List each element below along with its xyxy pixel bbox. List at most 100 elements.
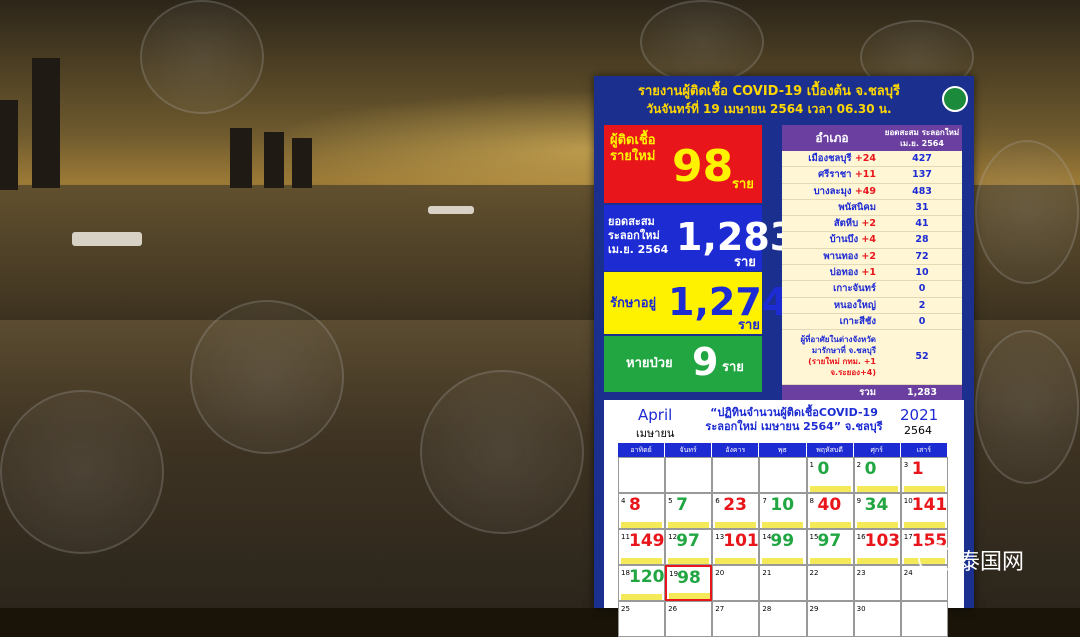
district-table: อำเภอ ยอดสะสม ระลอกใหม่ เม.ย. 2564 เมือง…: [782, 125, 962, 402]
district-name: หนองใหญ่: [782, 298, 882, 313]
day-number: 6: [715, 497, 720, 505]
new-cases-label: ผู้ติดเชื้อ รายใหม่: [610, 133, 656, 164]
table-row: หนองใหญ่ 2: [782, 298, 962, 314]
calendar-day: 30: [853, 601, 901, 637]
calendar-week: 4 8 5 7 6 23 7 10 8 40 9 34 10 141: [618, 493, 948, 529]
day-number: 21: [762, 569, 772, 577]
district-total: 28: [915, 234, 929, 246]
district-new-cases: +24: [854, 153, 876, 164]
district-name: สัตหีบ +2: [782, 216, 882, 231]
cumulative-strip: [809, 522, 851, 528]
virus-graphic: [975, 140, 1079, 284]
day-case-count: 0: [817, 459, 830, 479]
year: 2021: [900, 406, 939, 424]
district-total: 137: [912, 169, 932, 181]
day-number: 8: [809, 497, 814, 505]
table-total-row: รวม 1,283: [782, 385, 962, 402]
calendar-day: 12 97: [665, 529, 713, 565]
district-name: พนัสนิคม: [782, 200, 882, 215]
day-number: 22: [809, 569, 819, 577]
district-label: บางละมุง: [813, 185, 852, 197]
note-line: ผู้ที่อาศัยในต่างจังหวัด: [800, 335, 876, 345]
cumulative-strip: [903, 486, 945, 492]
building: [0, 100, 18, 190]
calendar-day: 10: [806, 457, 854, 493]
calendar-day: 13 101: [712, 529, 760, 565]
day-number: 28: [762, 605, 772, 613]
day-case-count: 7: [676, 495, 688, 515]
calendar-title-line: “ปฏิทินจำนวนผู้ติดเชื้อCOVID-19: [710, 406, 878, 419]
table-header: อำเภอ ยอดสะสม ระลอกใหม่ เม.ย. 2564: [782, 125, 962, 151]
calendar-day: 10 141: [900, 493, 948, 529]
district-total: 2: [918, 299, 926, 311]
recovered-value: 9: [692, 340, 719, 384]
district-total: 10: [915, 267, 929, 279]
weekday-label: เสาร์: [901, 443, 948, 457]
day-case-count: 103: [864, 531, 901, 551]
table-row: บ่อทอง +1 10: [782, 265, 962, 282]
calendar-day: 21: [759, 565, 807, 601]
district-label: พานทอง: [823, 250, 859, 262]
new-cases-unit: ราย: [732, 177, 754, 192]
district-name: ศรีราชา +11: [782, 167, 882, 182]
district-label: สัตหีบ: [833, 218, 859, 230]
table-row: เมืองชลบุรี +24 427: [782, 151, 962, 168]
poster-title: รายงานผู้ติดเชื้อ COVID-19 เบื้องต้น จ.ช…: [637, 84, 900, 99]
calendar-day: 20: [712, 565, 760, 601]
cumulative-strip: [668, 522, 710, 528]
watermark: 泰国网: [918, 540, 1048, 576]
virus-graphic: [640, 0, 764, 84]
calendar-day: 19 98: [665, 565, 713, 601]
calendar-day: 16 103: [853, 529, 901, 565]
district-new-cases: +4: [861, 234, 876, 246]
cumulative-strip: [903, 522, 945, 528]
day-case-count: 99: [770, 531, 795, 551]
building: [264, 132, 284, 188]
cumulative-strip: [856, 522, 898, 528]
recovered-box: หายป่วย 9 ราย: [604, 336, 762, 392]
header-district: อำเภอ: [815, 131, 849, 145]
weekday-label: อาทิตย์: [618, 443, 666, 457]
day-number: 2: [856, 461, 862, 469]
treating-box: รักษาอยู่ 1,274 ราย: [604, 272, 788, 334]
district-label: บ้านบึง: [829, 234, 859, 246]
building: [292, 138, 312, 188]
building: [230, 128, 252, 188]
day-case-count: 23: [723, 495, 747, 515]
district-name: เกาะสีชัง: [782, 314, 882, 329]
virus-graphic: [190, 300, 344, 454]
boat: [428, 206, 474, 214]
calendar-day: 8 40: [806, 493, 854, 529]
recovered-unit: ราย: [722, 360, 744, 375]
district-new-cases: +2: [861, 218, 876, 230]
cumulative-strip: [669, 593, 711, 599]
calendar-day: 27: [712, 601, 760, 637]
sum-total: 1,283: [906, 387, 938, 399]
cumulative-strip: [809, 558, 851, 564]
district-new-cases: +11: [854, 169, 876, 181]
district-total: 427: [912, 153, 932, 164]
weekday-label: พุธ: [759, 443, 807, 457]
weekday-label: ศุกร์: [854, 443, 901, 457]
district-total: 72: [915, 250, 929, 262]
cumulative-strip: [621, 594, 662, 600]
district-name: บ้านบึง +4: [782, 232, 882, 247]
cumulative-strip: [715, 522, 757, 528]
calendar-day: 28: [759, 601, 807, 637]
district-name: บ่อทอง +1: [782, 265, 882, 280]
day-case-count: 0: [864, 459, 877, 479]
day-number: 7: [762, 497, 767, 505]
calendar-day: 25: [618, 601, 666, 637]
new-cases-box: ผู้ติดเชื้อ รายใหม่ 98 ราย: [604, 125, 762, 203]
calendar-day: 7 10: [759, 493, 807, 529]
district-label: เมืองชลบุรี: [808, 153, 852, 164]
district-label: บ่อทอง: [829, 267, 859, 279]
day-number: 29: [809, 605, 819, 613]
table-row: บางละมุง +49 483: [782, 184, 962, 200]
treating-value: 1,274: [668, 280, 789, 324]
district-name: เกาะจันทร์: [782, 281, 882, 296]
calendar-day: [618, 457, 666, 493]
month-th: เมษายน: [636, 427, 675, 440]
out-of-province-row: ผู้ที่อาศัยในต่างจังหวัด มารักษาที่ จ.ชล…: [782, 330, 962, 386]
district-label: พนัสนิคม: [838, 201, 876, 213]
